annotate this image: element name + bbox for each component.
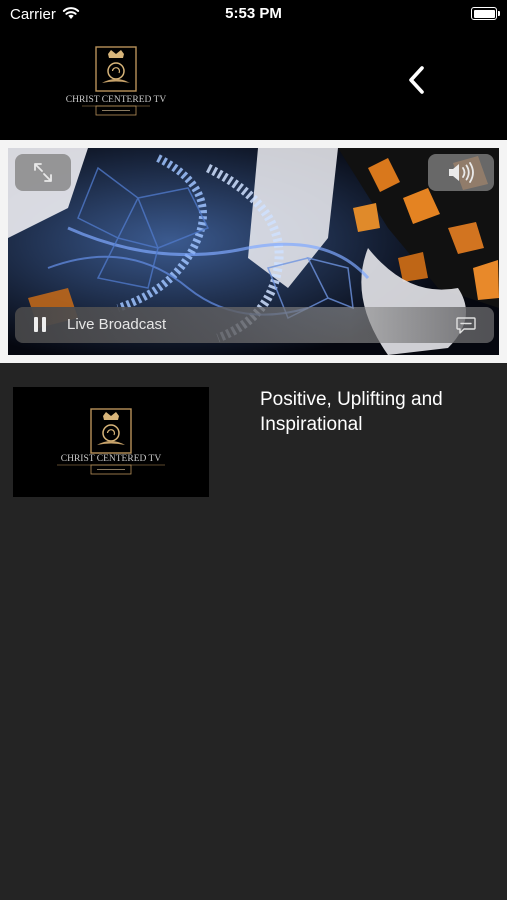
thumbnail-logo-text: CHRIST CENTERED TV <box>61 454 162 464</box>
video-player[interactable]: Live Broadcast <box>8 148 499 355</box>
thumbnail-logo: CHRIST CENTERED TV <box>57 408 165 475</box>
video-player-container: Live Broadcast <box>0 140 507 363</box>
status-bar: Carrier 5:53 PM <box>0 0 507 28</box>
speaker-icon <box>449 162 474 183</box>
episode-thumbnail[interactable]: CHRIST CENTERED TV <box>13 387 209 497</box>
volume-button[interactable] <box>428 154 494 191</box>
app-header: CHRIST CENTERED TV <box>0 28 507 140</box>
logo-text: CHRIST CENTERED TV <box>66 95 167 105</box>
expand-icon <box>34 163 52 182</box>
logo: CHRIST CENTERED TV <box>66 46 167 116</box>
pause-button[interactable] <box>31 316 51 334</box>
episode-description: Positive, Uplifting and Inspirational <box>260 389 443 435</box>
back-chevron-icon[interactable] <box>398 60 438 100</box>
playback-control-bar: Live Broadcast <box>15 307 494 343</box>
live-broadcast-label: Live Broadcast <box>67 316 167 333</box>
battery-icon <box>471 7 500 20</box>
fullscreen-button[interactable] <box>15 154 71 191</box>
clock: 5:53 PM <box>225 5 282 22</box>
captions-icon[interactable] <box>456 315 476 335</box>
